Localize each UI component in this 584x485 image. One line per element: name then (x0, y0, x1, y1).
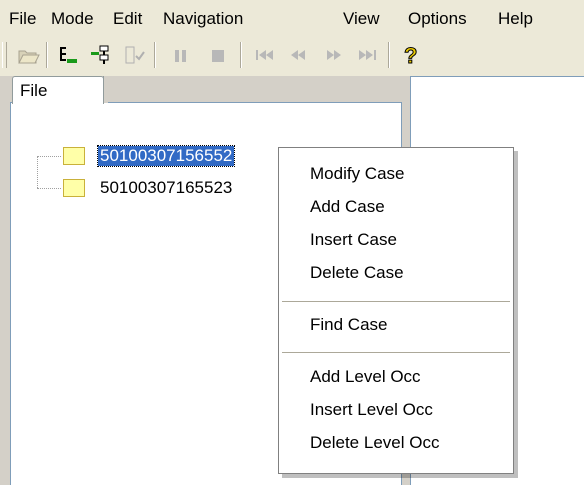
menu-edit[interactable]: Edit (113, 9, 142, 29)
case-node-icon (63, 179, 85, 197)
menu-item-insert-case[interactable]: Insert Case (310, 230, 397, 250)
menu-bar: File Mode Edit Navigation View Options H… (0, 0, 584, 36)
checklist-icon[interactable] (120, 42, 148, 68)
toolbar-separator (240, 42, 242, 68)
tab-file[interactable]: File (12, 76, 104, 104)
menu-item-modify-case[interactable]: Modify Case (310, 164, 404, 184)
menu-file[interactable]: File (9, 9, 36, 29)
toolbar-separator (388, 42, 390, 68)
last-icon[interactable] (354, 42, 382, 68)
stop-icon[interactable] (204, 42, 232, 68)
menu-item-delete-level-occ[interactable]: Delete Level Occ (310, 433, 439, 453)
context-menu: Modify Case Add Case Insert Case Delete … (278, 147, 514, 474)
menu-mode[interactable]: Mode (51, 9, 94, 29)
toolbar-grip[interactable] (2, 42, 7, 68)
menu-item-find-case[interactable]: Find Case (310, 315, 387, 335)
tree-connector (37, 156, 39, 188)
menu-separator (282, 301, 510, 302)
help-icon[interactable]: ? (396, 42, 424, 69)
tree-connector (37, 156, 61, 158)
menu-options[interactable]: Options (408, 9, 467, 29)
menu-item-add-level-occ[interactable]: Add Level Occ (310, 367, 421, 387)
menu-item-add-case[interactable]: Add Case (310, 197, 385, 217)
tree-node[interactable]: 50100307156552 (96, 145, 236, 167)
menu-help[interactable]: Help (498, 9, 533, 29)
menu-view[interactable]: View (343, 9, 380, 29)
tree-insert-icon[interactable] (88, 42, 116, 68)
tab-file-label: File (20, 81, 48, 100)
menu-separator (282, 352, 510, 353)
previous-icon[interactable] (284, 42, 312, 68)
tree-add-icon[interactable] (54, 42, 82, 68)
first-icon[interactable] (250, 42, 278, 68)
tree-node[interactable]: 50100307165523 (98, 178, 234, 198)
menu-item-delete-case[interactable]: Delete Case (310, 263, 404, 283)
toolbar-separator (154, 42, 156, 68)
menu-navigation[interactable]: Navigation (163, 9, 243, 29)
case-node-icon (63, 147, 85, 165)
menu-item-insert-level-occ[interactable]: Insert Level Occ (310, 400, 433, 420)
open-folder-icon[interactable] (14, 42, 42, 68)
toolbar: ? (0, 36, 584, 76)
next-icon[interactable] (320, 42, 348, 68)
tree-connector (37, 188, 61, 190)
toolbar-separator (46, 42, 48, 68)
pause-icon[interactable] (166, 42, 194, 68)
svg-text:?: ? (404, 43, 417, 68)
